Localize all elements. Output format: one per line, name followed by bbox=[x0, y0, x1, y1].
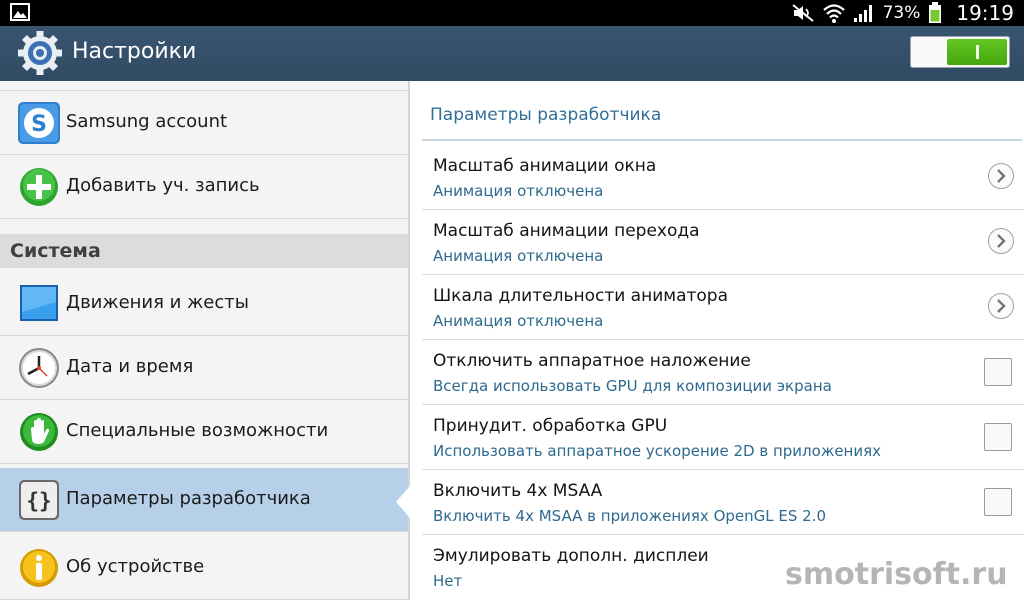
pref-title: Шкала длительности аниматора bbox=[433, 286, 728, 306]
settings-gear-icon[interactable] bbox=[17, 30, 63, 76]
list-item-accessibility[interactable]: Специальные возможности bbox=[0, 400, 408, 464]
signal-icon bbox=[853, 3, 875, 23]
action-bar: Настройки bbox=[0, 26, 1024, 81]
pref-force-gpu-rendering[interactable]: Принудит. обработка GPU Использовать апп… bbox=[422, 405, 1024, 470]
watermark: smotrisoft.ru bbox=[785, 557, 1008, 592]
item-label: Специальные возможности bbox=[66, 420, 328, 441]
pref-window-animation-scale[interactable]: Масштаб анимации окна Анимация отключена bbox=[422, 145, 1024, 210]
switch-knob bbox=[947, 39, 1007, 65]
item-label: Дата и время bbox=[66, 356, 193, 377]
pref-title: Эмулировать дополн. дисплеи bbox=[433, 546, 709, 566]
list-item-motion[interactable]: Движения и жесты bbox=[0, 272, 408, 336]
motion-icon bbox=[17, 282, 61, 326]
force-gpu-checkbox[interactable] bbox=[984, 423, 1012, 451]
pref-summary: Нет bbox=[433, 572, 462, 590]
pref-enable-4x-msaa[interactable]: Включить 4x MSAA Включить 4x MSAA в прил… bbox=[422, 470, 1024, 535]
info-icon bbox=[17, 546, 61, 590]
status-bar: 73% 19:19 bbox=[0, 0, 1024, 26]
wifi-icon bbox=[823, 3, 845, 23]
chevron-right-icon[interactable] bbox=[988, 228, 1014, 254]
samsung-account-icon: S bbox=[17, 101, 61, 145]
section-header-system: Система bbox=[0, 234, 408, 268]
item-label: Движения и жесты bbox=[66, 292, 249, 313]
list-item-samsung-account[interactable]: S Samsung account bbox=[0, 91, 408, 155]
list-item-about-device[interactable]: Об устройстве bbox=[0, 536, 408, 600]
disable-hw-overlays-checkbox[interactable] bbox=[984, 358, 1012, 386]
mute-icon bbox=[791, 3, 815, 23]
panel-header: Параметры разработчика bbox=[430, 105, 661, 125]
accessibility-hand-icon bbox=[17, 410, 61, 454]
section-header-label: Система bbox=[10, 240, 101, 262]
settings-category-list[interactable]: S Samsung account Добавить уч. запись Си… bbox=[0, 81, 408, 600]
selection-pointer bbox=[396, 486, 410, 518]
pref-title: Отключить аппаратное наложение bbox=[433, 351, 751, 371]
pref-summary: Использовать аппаратное ускорение 2D в п… bbox=[433, 442, 881, 460]
svg-text:{}: {} bbox=[26, 489, 51, 513]
item-label: Samsung account bbox=[66, 111, 227, 132]
developer-options-switch[interactable] bbox=[910, 36, 1010, 68]
add-account-icon bbox=[17, 165, 61, 209]
pref-title: Включить 4x MSAA bbox=[433, 481, 602, 501]
picture-icon bbox=[10, 3, 30, 21]
battery-percent: 73% bbox=[883, 3, 921, 23]
app-title: Настройки bbox=[72, 39, 196, 64]
pref-summary: Включить 4x MSAA в приложениях OpenGL ES… bbox=[433, 507, 826, 525]
developer-braces-icon: {} bbox=[17, 478, 61, 522]
item-label: Добавить уч. запись bbox=[66, 175, 260, 196]
pref-transition-animation-scale[interactable]: Масштаб анимации перехода Анимация отклю… bbox=[422, 210, 1024, 275]
header-divider bbox=[422, 139, 1022, 141]
msaa-checkbox[interactable] bbox=[984, 488, 1012, 516]
pref-summary: Анимация отключена bbox=[433, 247, 603, 265]
list-item-date-time[interactable]: Дата и время bbox=[0, 336, 408, 400]
pref-disable-hw-overlays[interactable]: Отключить аппаратное наложение Всегда ис… bbox=[422, 340, 1024, 405]
clock-icon bbox=[17, 346, 61, 390]
pref-title: Принудит. обработка GPU bbox=[433, 416, 667, 436]
chevron-right-icon[interactable] bbox=[988, 163, 1014, 189]
pref-title: Масштаб анимации перехода bbox=[433, 221, 700, 241]
item-label: Параметры разработчика bbox=[66, 488, 311, 509]
pref-animator-duration-scale[interactable]: Шкала длительности аниматора Анимация от… bbox=[422, 275, 1024, 340]
pref-title: Масштаб анимации окна bbox=[433, 156, 656, 176]
list-item-add-account[interactable]: Добавить уч. запись bbox=[0, 155, 408, 219]
developer-options-panel[interactable]: Параметры разработчика Масштаб анимации … bbox=[410, 81, 1024, 600]
chevron-right-icon[interactable] bbox=[988, 293, 1014, 319]
pref-summary: Анимация отключена bbox=[433, 312, 603, 330]
battery-icon bbox=[928, 2, 942, 24]
item-label: Об устройстве bbox=[66, 556, 204, 577]
list-item-developer-options[interactable]: {} Параметры разработчика bbox=[0, 468, 408, 532]
pref-summary: Всегда использовать GPU для композиции э… bbox=[433, 377, 832, 395]
clock-time: 19:19 bbox=[956, 1, 1014, 25]
list-item-partial[interactable] bbox=[0, 81, 408, 91]
svg-text:S: S bbox=[31, 112, 47, 137]
pref-summary: Анимация отключена bbox=[433, 182, 603, 200]
